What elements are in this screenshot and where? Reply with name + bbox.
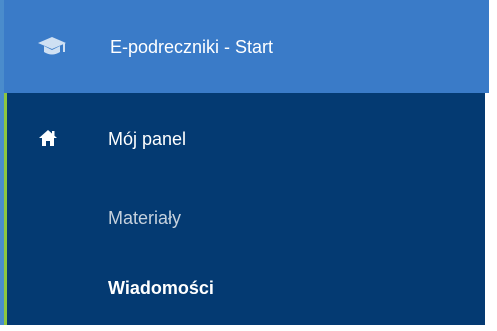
sidebar-item-my-panel[interactable]: Mój panel (7, 122, 485, 162)
page-bottom-gutter (0, 325, 497, 331)
sidebar-item-my-panel-label: Mój panel (108, 129, 187, 149)
sidebar-nav: E-podreczniki - Start Mój panel Materiał… (0, 0, 489, 325)
sidebar-subitem-materials[interactable]: Materiały (7, 199, 485, 239)
graduation-cap-icon (37, 35, 67, 59)
page-gutter (489, 0, 497, 331)
sidebar-item-start[interactable]: E-podreczniki - Start (4, 0, 489, 93)
sidebar-subitem-materials-label: Materiały (108, 208, 182, 228)
sidebar-subitem-messages[interactable]: Wiadomości (7, 269, 485, 309)
app-frame: E-podreczniki - Start Mój panel Materiał… (0, 0, 497, 331)
sidebar-panel: Mój panel Materiały Wiadomości (4, 93, 485, 325)
sidebar-subitem-messages-label: Wiadomości (108, 278, 214, 298)
sidebar-item-start-label: E-podreczniki - Start (110, 37, 274, 57)
home-icon (38, 129, 58, 147)
